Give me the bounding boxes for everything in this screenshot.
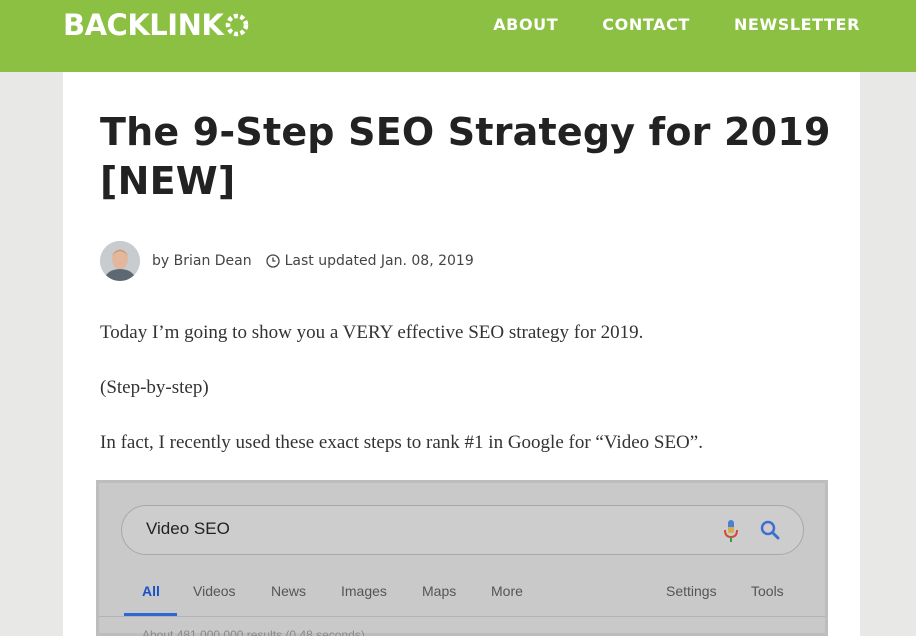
author-avatar[interactable]	[100, 241, 140, 281]
search-icon	[760, 520, 780, 540]
google-tabs: All Videos News Images Maps More Setting…	[99, 583, 825, 616]
step-note-paragraph: (Step-by-step)	[100, 377, 209, 398]
article-title: The 9-Step SEO Strategy for 2019 [NEW]	[100, 110, 831, 203]
google-search-box: Video SEO	[121, 505, 804, 555]
main-nav: ABOUT CONTACT NEWSLETTER	[449, 15, 860, 35]
tab-all: All	[142, 583, 160, 599]
article-meta: by Brian Dean Last updated Jan. 08, 2019	[100, 241, 474, 281]
tab-tools: Tools	[751, 583, 784, 599]
tab-settings: Settings	[666, 583, 717, 599]
nav-newsletter[interactable]: NEWSLETTER	[734, 15, 860, 35]
site-logo[interactable]: BACKLINK	[63, 8, 249, 42]
tabs-divider	[99, 616, 825, 617]
results-count: About 481,000,000 results (0.48 seconds)	[142, 628, 365, 636]
tab-videos: Videos	[193, 583, 236, 599]
ranking-paragraph: In fact, I recently used these exact ste…	[100, 432, 703, 453]
tab-images: Images	[341, 583, 387, 599]
clock-icon	[265, 254, 280, 268]
tab-more: More	[491, 583, 523, 599]
logo-text: BACKLINK	[63, 8, 224, 42]
search-query: Video SEO	[146, 519, 230, 538]
article-card: The 9-Step SEO Strategy for 2019 [NEW] b…	[63, 72, 860, 636]
site-header: BACKLINK ABOUT CONTACT NEWSLETTER	[0, 0, 916, 72]
avatar-portrait-icon	[100, 241, 140, 281]
microphone-icon	[724, 520, 738, 542]
logo-o-icon	[226, 13, 249, 37]
tab-maps: Maps	[422, 583, 457, 599]
nav-about[interactable]: ABOUT	[493, 15, 558, 35]
nav-contact[interactable]: CONTACT	[602, 15, 690, 35]
tab-news: News	[271, 583, 307, 599]
last-updated: Last updated Jan. 08, 2019	[284, 253, 474, 269]
google-results-screenshot: Video SEO All Videos News Images Maps Mo…	[96, 480, 828, 636]
author-name[interactable]: by Brian Dean	[152, 253, 252, 269]
intro-paragraph: Today I’m going to show you a VERY effec…	[100, 322, 644, 343]
